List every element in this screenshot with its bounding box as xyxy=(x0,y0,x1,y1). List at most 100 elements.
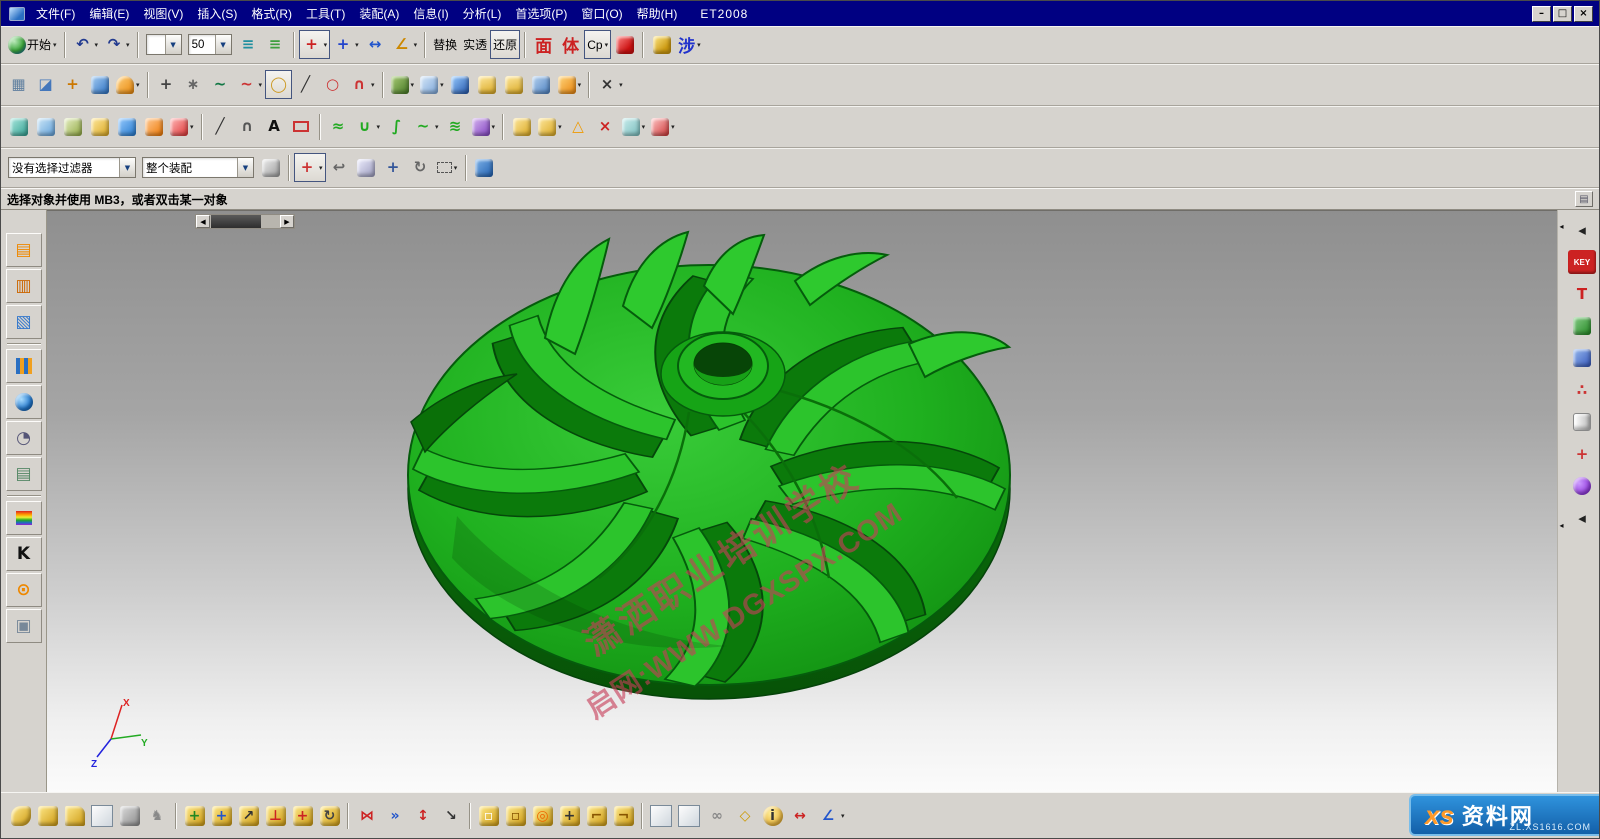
graphics-window[interactable]: ◀ ▶ xyxy=(47,210,1557,792)
sheet-ruled-button[interactable] xyxy=(501,70,528,99)
four-point-surface-button[interactable] xyxy=(5,112,32,141)
measure-angle-dropdown-icon[interactable]: ▾ xyxy=(414,41,418,49)
assembly-measure-button[interactable]: ∠▾ xyxy=(814,801,848,830)
layer-settings-button[interactable]: ≡ xyxy=(235,30,262,59)
work-layer-dropdown-icon[interactable]: ▼ xyxy=(215,35,231,54)
shaded-display-button[interactable] xyxy=(471,153,498,182)
intersect-curve-dropdown-icon[interactable]: ▾ xyxy=(435,123,439,131)
edit-parameters-button[interactable] xyxy=(508,112,535,141)
viewport-scrollbar[interactable]: ◀ ▶ xyxy=(195,214,295,229)
basic-line-button[interactable]: ╱ xyxy=(207,112,234,141)
extract-region-button[interactable] xyxy=(7,801,34,830)
assembly-constraint-button[interactable]: ⊥ xyxy=(262,801,289,830)
revolve-button[interactable]: ▾ xyxy=(113,70,143,99)
selection-filter-select[interactable]: 没有选择过滤器▼ xyxy=(8,157,136,178)
menu-edit[interactable]: 编辑(E) xyxy=(82,1,136,26)
assembly-stack-button[interactable] xyxy=(34,801,61,830)
wave-link-button[interactable] xyxy=(647,801,675,830)
display-mode-dropdown-icon[interactable]: ▼ xyxy=(165,35,181,54)
weld-joint-button[interactable]: + xyxy=(556,801,583,830)
impeller-model[interactable] xyxy=(397,226,1037,726)
studio-spline-button[interactable]: ~▾ xyxy=(234,70,266,99)
block-button[interactable]: ▾ xyxy=(417,70,447,99)
linked-body-button[interactable] xyxy=(61,801,88,830)
styled-sweep-dropdown-icon[interactable]: ▾ xyxy=(190,123,194,131)
menu-information[interactable]: 信息(I) xyxy=(406,1,455,26)
block-dropdown-icon[interactable]: ▾ xyxy=(440,81,444,89)
green-fixture-button[interactable] xyxy=(1568,314,1596,338)
wave-interpart-button[interactable] xyxy=(675,801,703,830)
replace-button[interactable]: 替换 xyxy=(430,30,460,59)
component-array-button[interactable]: ▫ xyxy=(475,801,502,830)
patch-body-dropdown-icon[interactable]: ▾ xyxy=(642,123,646,131)
constraint-navigator-button[interactable]: ▥ xyxy=(6,269,42,303)
rectangle-button[interactable] xyxy=(288,112,315,141)
datum-plane-button[interactable]: ◪ xyxy=(32,70,59,99)
orient-undo-button[interactable]: ↩ xyxy=(326,153,353,182)
sheet-sweep-button[interactable] xyxy=(474,70,501,99)
pan-view-button[interactable]: + xyxy=(380,153,407,182)
mirror-assembly-button[interactable]: ⋈ xyxy=(353,801,381,830)
roles-button[interactable]: ⊙ xyxy=(6,573,42,607)
face-select-button[interactable]: 面 xyxy=(530,30,557,59)
work-layer-select[interactable]: 50▼ xyxy=(188,34,232,55)
through-mesh-button[interactable] xyxy=(59,112,86,141)
maximize-button[interactable]: □ xyxy=(1553,6,1572,22)
point-set-button[interactable]: ∗ xyxy=(180,70,207,99)
menu-format[interactable]: 格式(R) xyxy=(244,1,299,26)
wade-button[interactable]: 涉▾ xyxy=(675,30,704,59)
palette-button[interactable] xyxy=(6,501,42,535)
menu-assemblies[interactable]: 装配(A) xyxy=(352,1,406,26)
selection-scope-dropdown-icon[interactable]: ▼ xyxy=(237,158,253,177)
display-mode-select[interactable]: ▼ xyxy=(146,34,182,55)
move-feature-button[interactable]: ▾ xyxy=(535,112,565,141)
impeller-hub[interactable] xyxy=(661,332,785,416)
red-tool-button[interactable]: T xyxy=(1568,282,1596,306)
selection-filter-dropdown-icon[interactable]: ▼ xyxy=(119,158,135,177)
assembly-measure-dropdown-icon[interactable]: ▾ xyxy=(841,812,845,820)
rotate-view-button[interactable]: ↻ xyxy=(407,153,434,182)
undo-dropdown-icon[interactable]: ▾ xyxy=(95,41,99,49)
update-warning-button[interactable]: △ xyxy=(565,112,592,141)
selection-scope-select[interactable]: 整个装配▼ xyxy=(142,157,254,178)
profile-button[interactable]: ≈ xyxy=(325,112,352,141)
bracket-right-button[interactable]: ¬ xyxy=(610,801,637,830)
add-component-button[interactable]: + xyxy=(181,801,208,830)
helix-button[interactable]: ▾ xyxy=(469,112,499,141)
rect-select-dropdown-icon[interactable]: ▾ xyxy=(454,164,458,172)
web-browser-button[interactable] xyxy=(6,385,42,419)
minimize-button[interactable]: – xyxy=(1532,6,1551,22)
component-group-button[interactable]: ▫ xyxy=(502,801,529,830)
unite-button[interactable]: ▾ xyxy=(388,70,418,99)
measure-distance-button[interactable]: ↔ xyxy=(362,30,389,59)
interference-button[interactable]: ∞ xyxy=(703,801,731,830)
circle-button[interactable]: ○ xyxy=(319,70,346,99)
purple-ball-button[interactable] xyxy=(1568,474,1596,498)
n-sided-surface-button[interactable] xyxy=(113,112,140,141)
line-button[interactable]: ╱ xyxy=(292,70,319,99)
orient-view-dropdown-icon[interactable]: ▾ xyxy=(324,41,328,49)
rect-select-button[interactable]: ▾ xyxy=(434,153,461,182)
snap-toggle-button[interactable]: +▾ xyxy=(294,153,326,182)
scroll-track[interactable] xyxy=(210,215,280,228)
arrangements-button[interactable]: ↕ xyxy=(409,801,437,830)
basic-arc-button[interactable]: ∩ xyxy=(234,112,261,141)
sketch-button[interactable]: ▦ xyxy=(5,70,32,99)
start-button[interactable]: 开始▾ xyxy=(5,30,60,59)
section-surface-button[interactable] xyxy=(140,112,167,141)
fit-view-button[interactable] xyxy=(353,153,380,182)
transform-button[interactable]: ▾ xyxy=(648,112,678,141)
attributes-info-button[interactable]: i xyxy=(759,801,786,830)
text-button[interactable]: A xyxy=(261,112,288,141)
clamp-unit-button[interactable]: + xyxy=(1568,442,1596,466)
bracket-left-button[interactable]: ⌐ xyxy=(583,801,610,830)
unite-dropdown-icon[interactable]: ▾ xyxy=(411,81,415,89)
history-button[interactable]: ◔ xyxy=(6,421,42,455)
close-button[interactable]: × xyxy=(1574,6,1593,22)
restore-button[interactable]: 还原 xyxy=(490,30,520,59)
explode-button[interactable]: ↘ xyxy=(437,801,465,830)
rail-collapse-button[interactable]: ◂ xyxy=(1568,218,1596,242)
arc-dropdown-icon[interactable]: ▾ xyxy=(371,81,375,89)
center-distance-button[interactable]: ↔ xyxy=(786,801,814,830)
snap-toggle-dropdown-icon[interactable]: ▾ xyxy=(319,164,323,172)
